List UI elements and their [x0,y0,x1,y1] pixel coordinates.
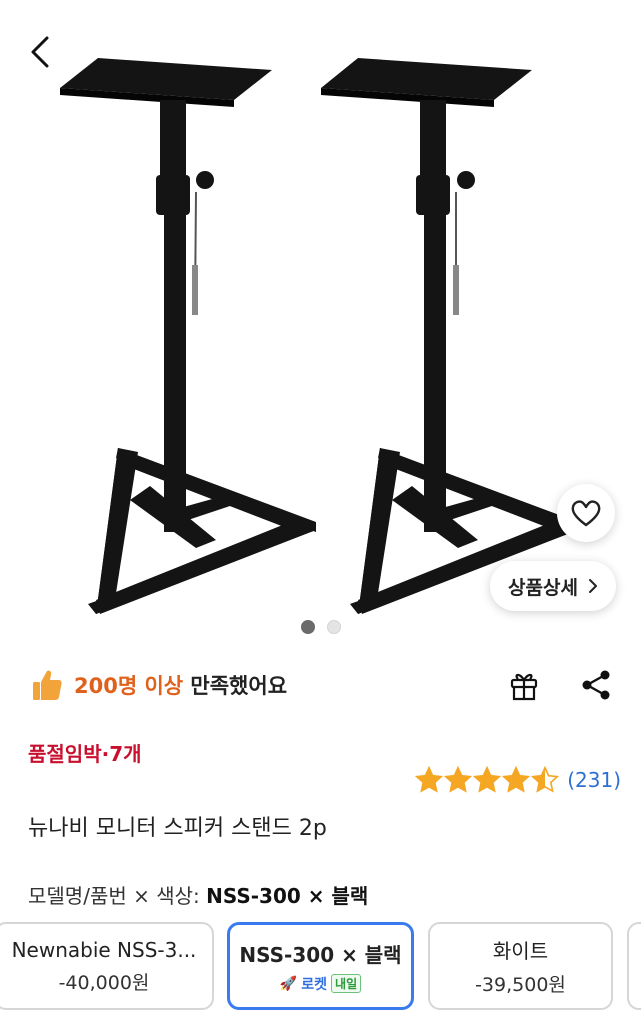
gift-icon [510,673,538,701]
rocket-icon: 🚀 [279,975,298,992]
thumbs-up-icon [33,670,62,700]
stock-notice: 품절임박·7개 [28,742,142,766]
option-name: NSS-300 × 블랙 [239,942,402,967]
star-icon [444,766,473,793]
speaker-stand-right [321,58,578,614]
rocket-delivery-badge: 🚀 로켓 내일 [279,974,362,994]
product-detail-label: 상품상세 [508,576,578,599]
option-selector: Newnabie NSS-3... -40,000원 NSS-300 × 블랙 … [0,922,641,1012]
carousel-dot-1[interactable] [300,620,315,634]
star-icon [415,766,444,793]
option-item[interactable] [627,922,641,1010]
option-item[interactable]: 화이트 -39,500원 [428,922,613,1010]
rocket-label: 로켓 [301,976,328,993]
option-label: 모델명/품번 × 색상: NSS-300 × 블랙 [28,880,368,909]
option-label-prefix: 모델명/품번 × 색상: [28,884,200,908]
star-icon [473,766,502,793]
carousel-dot-2[interactable] [326,620,341,634]
heart-outline-icon [571,500,601,527]
product-title: 뉴나비 모니터 스피커 스탠드 2p [28,816,327,841]
option-price: -39,500원 [475,974,566,996]
satisfaction-text: 만족했어요 [190,674,288,698]
wishlist-button[interactable] [557,484,615,542]
product-detail-button[interactable]: 상품상세 [490,561,616,611]
product-image-carousel[interactable]: 상품상세 [0,0,641,648]
carousel-indicator [0,620,641,634]
rating-stars [415,766,560,794]
product-image [60,58,578,614]
satisfaction-banner: 200명 이상 만족했어요 [30,660,287,710]
option-price: -40,000원 [58,971,150,994]
option-selected-value: NSS-300 × 블랙 [206,884,369,908]
gift-button[interactable] [502,662,546,708]
option-item-selected[interactable]: NSS-300 × 블랙 🚀 로켓 내일 [227,922,414,1010]
chevron-right-icon [588,579,597,593]
satisfaction-count: 200명 이상 [74,674,184,698]
delivery-tomorrow-tag: 내일 [331,974,362,993]
share-button[interactable] [574,662,618,708]
share-icon [582,670,610,700]
back-button[interactable] [20,28,60,76]
rating[interactable]: (231) [415,766,621,794]
star-icon [502,766,531,793]
option-item[interactable]: Newnabie NSS-3... -40,000원 [0,922,214,1010]
review-count[interactable]: (231) [567,768,621,792]
option-name: Newnabie NSS-3... [11,937,197,962]
star-icon [531,766,560,793]
option-name: 화이트 [492,939,549,963]
chevron-left-icon [31,36,49,68]
speaker-stand-left [60,58,316,614]
